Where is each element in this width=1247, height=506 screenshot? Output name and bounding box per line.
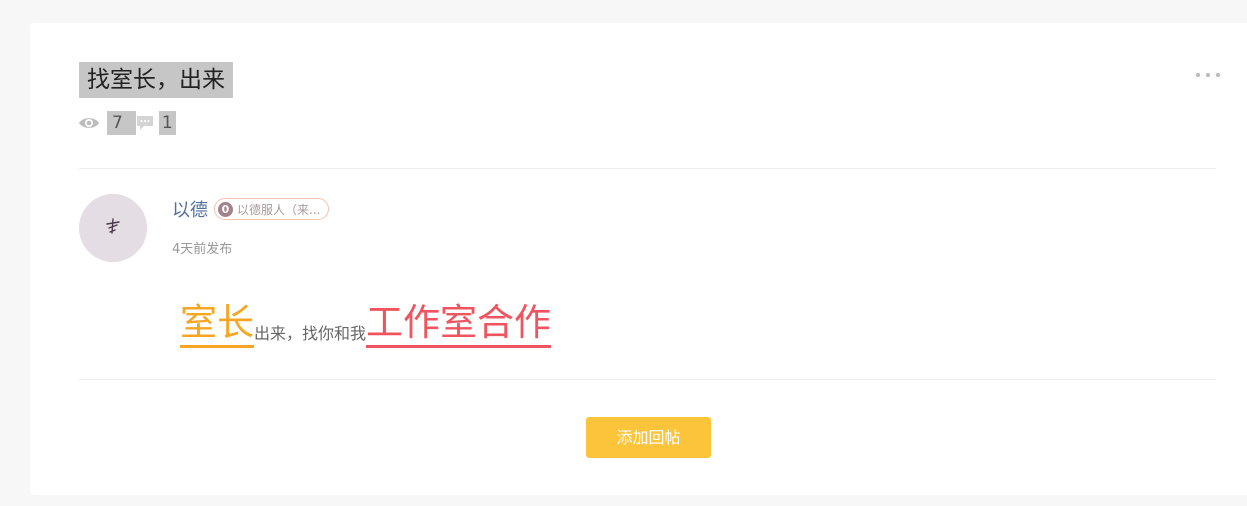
comments-count: 1 (158, 111, 176, 135)
content-divider (79, 379, 1216, 380)
content-link-roomleader[interactable]: 室长 (180, 301, 254, 348)
badge-level: 0 (218, 201, 233, 217)
post-time: 4天前发布 (172, 242, 233, 257)
avatar[interactable] (79, 194, 147, 262)
author-name[interactable]: 以德 (172, 196, 208, 222)
more-icon[interactable] (1196, 67, 1220, 83)
comment-icon (136, 115, 154, 132)
post-stats: 7 1 (78, 110, 176, 136)
post-title: 找室长，出来 (79, 62, 233, 98)
content-link-studio[interactable]: 工作室合作 (366, 301, 552, 348)
header-divider (79, 168, 1216, 169)
post-card: 找室长，出来 7 1 以德 0 以德服人（来... 4天前发布 室长 出来，找你… (30, 23, 1247, 495)
badge-text: 以德服人（来... (237, 202, 321, 217)
views-count: 7 (107, 111, 136, 135)
user-badge[interactable]: 0 以德服人（来... (214, 198, 330, 220)
author-row: 以德 0 以德服人（来... (172, 196, 330, 222)
post-content: 室长 出来，找你和我 工作室合作 (180, 300, 552, 348)
add-reply-button[interactable]: 添加回帖 (586, 417, 711, 458)
eye-icon (78, 116, 100, 130)
content-text: 出来，找你和我 (254, 324, 367, 343)
